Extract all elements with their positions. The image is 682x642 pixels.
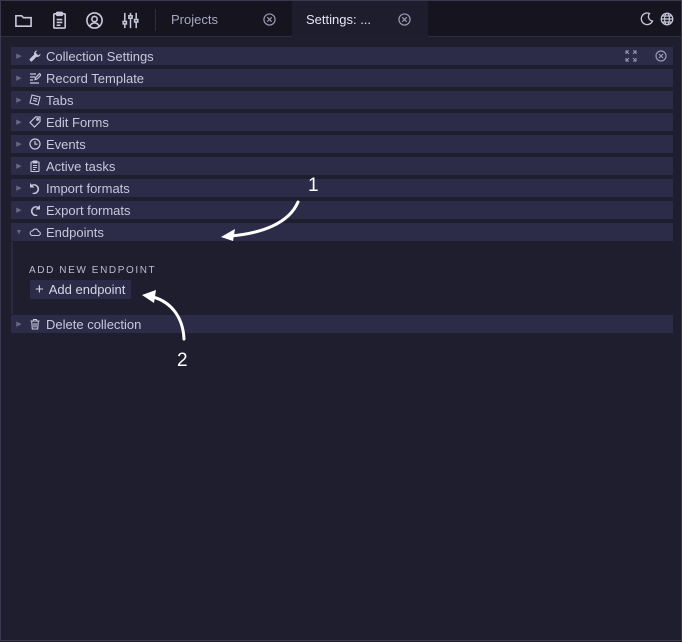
- row-label: Edit Forms: [46, 114, 109, 130]
- collapse-caret-icon: ▶: [16, 141, 22, 148]
- clock-icon: [27, 137, 43, 151]
- row-import-formats[interactable]: ▶ Import formats: [11, 179, 673, 197]
- row-label: Tabs: [46, 92, 74, 108]
- collapse-caret-icon: ▶: [16, 53, 22, 60]
- section-title: ADD NEW ENDPOINT: [29, 265, 157, 276]
- row-record-template[interactable]: ▶ Record Template: [11, 69, 673, 87]
- add-endpoint-button[interactable]: + Add endpoint: [30, 280, 132, 299]
- expand-caret-icon: ▼: [15, 228, 23, 236]
- collapse-caret-icon: ▶: [16, 163, 22, 170]
- row-label: Import formats: [46, 180, 130, 196]
- expand-icon[interactable]: [624, 49, 638, 63]
- row-label: Delete collection: [46, 316, 142, 332]
- annotation-number-1: 1: [308, 175, 319, 196]
- top-bar: Projects Settings: ...: [1, 1, 681, 37]
- undo-icon: [27, 181, 43, 195]
- row-label: Record Template: [46, 70, 145, 86]
- row-tabs[interactable]: ▶ Tabs: [11, 91, 673, 109]
- endpoints-section: ADD NEW ENDPOINT + Add endpoint: [11, 242, 673, 314]
- row-endpoints[interactable]: ▼ Endpoints: [11, 223, 673, 241]
- globe-icon[interactable]: [659, 11, 675, 27]
- collapse-caret-icon: ▶: [16, 321, 22, 328]
- collapse-caret-icon: ▶: [16, 119, 22, 126]
- row-edit-forms[interactable]: ▶ Edit Forms: [11, 113, 673, 131]
- cloud-icon: [27, 225, 43, 239]
- tab-settings-close-icon[interactable]: [397, 12, 411, 26]
- row-events[interactable]: ▶ Events: [11, 135, 673, 153]
- tab-settings-label: Settings: ...: [306, 11, 372, 27]
- close-panel-icon[interactable]: [654, 49, 668, 63]
- trash-icon: [27, 317, 43, 331]
- app-window: Projects Settings: ... ▶ Collection Sett…: [0, 0, 682, 641]
- redo-icon: [27, 203, 43, 217]
- row-label: Collection Settings: [46, 48, 154, 64]
- collapse-caret-icon: ▶: [16, 207, 22, 214]
- row-delete-collection[interactable]: ▶ Delete collection: [11, 315, 673, 333]
- user-circle-icon[interactable]: [84, 10, 104, 30]
- clipboard-icon: [27, 159, 43, 173]
- collapse-caret-icon: ▶: [16, 75, 22, 82]
- annotation-number-2: 2: [177, 350, 188, 371]
- clipboard-icon[interactable]: [49, 10, 69, 30]
- collapse-caret-icon: ▶: [16, 97, 22, 104]
- sliders-icon[interactable]: [120, 10, 140, 30]
- folder-icon[interactable]: [13, 10, 33, 30]
- row-collection-settings[interactable]: ▶ Collection Settings: [11, 47, 673, 65]
- plus-icon: +: [35, 281, 44, 298]
- wrench-icon: [27, 49, 43, 63]
- row-active-tasks[interactable]: ▶ Active tasks: [11, 157, 673, 175]
- row-label: Export formats: [46, 202, 131, 218]
- edit-icon: [27, 71, 43, 85]
- row-export-formats[interactable]: ▶ Export formats: [11, 201, 673, 219]
- moon-icon[interactable]: [639, 11, 655, 27]
- add-endpoint-label: Add endpoint: [48, 282, 126, 297]
- row-label: Endpoints: [46, 224, 104, 240]
- collapse-caret-icon: ▶: [16, 185, 22, 192]
- row-label: Active tasks: [46, 158, 116, 174]
- row-label: Events: [46, 136, 86, 152]
- tab-projects-label: Projects: [171, 11, 218, 27]
- tag-icon: [27, 115, 43, 129]
- tabs-icon: [27, 93, 43, 107]
- tab-projects-close-icon[interactable]: [262, 12, 276, 26]
